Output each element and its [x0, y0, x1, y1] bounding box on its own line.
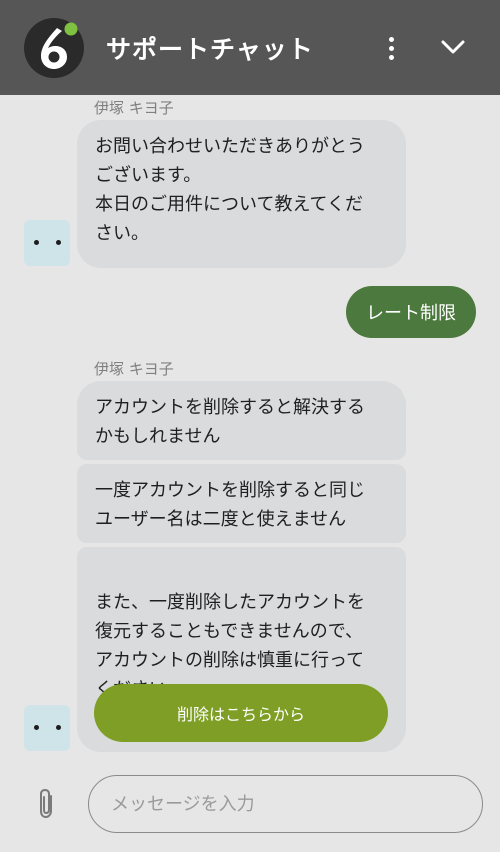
sender-name: 伊塚 キヨ子	[94, 360, 174, 378]
message-composer	[0, 755, 500, 852]
delete-account-button[interactable]: 削除はこちらから	[94, 684, 388, 742]
user-message-bubble: レート制限	[346, 286, 476, 338]
agent-avatar	[24, 705, 70, 751]
kebab-menu-icon[interactable]	[378, 30, 404, 66]
agent-avatar	[24, 220, 70, 266]
paperclip-icon[interactable]	[34, 787, 60, 821]
header-title: サポートチャット	[106, 35, 314, 64]
sender-name: 伊塚 キヨ子	[94, 99, 174, 117]
chat-header: サポートチャット	[0, 0, 500, 95]
agent-message-bubble: アカウントを削除すると解決する かもしれません	[77, 381, 406, 460]
agent-message-bubble: 一度アカウントを削除すると同じ ユーザー名は二度と使えません	[77, 464, 406, 543]
message-input[interactable]	[88, 775, 483, 833]
agent-message-bubble: お問い合わせいただきありがとう ございます。 本日のご用件について教えてくだ さ…	[77, 120, 406, 268]
chevron-down-icon[interactable]	[436, 30, 470, 64]
chat-history[interactable]: 伊塚 キヨ子 お問い合わせいただきありがとう ございます。 本日のご用件について…	[0, 95, 500, 755]
app-logo-icon	[24, 18, 84, 78]
